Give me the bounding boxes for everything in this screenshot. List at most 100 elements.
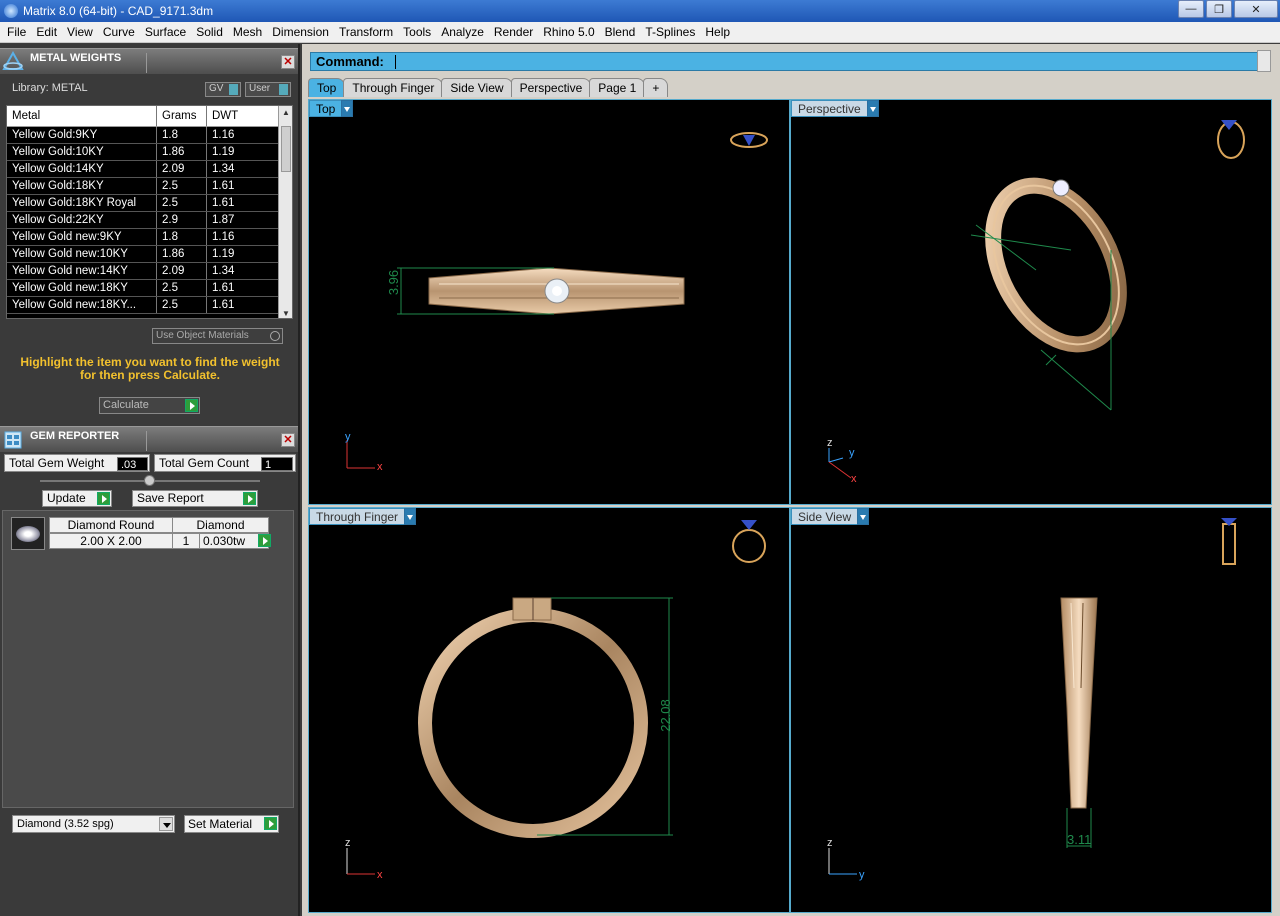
metal-name: Yellow Gold new:10KY [7,246,157,262]
menu-render[interactable]: Render [489,25,538,39]
chevron-down-icon[interactable] [341,100,354,117]
side-view-drawing: z y [827,518,1237,881]
scroll-thumb[interactable] [281,126,291,172]
tab-through-finger[interactable]: Through Finger [343,78,444,97]
menu-tsplines[interactable]: T-Splines [640,25,700,39]
menu-file[interactable]: File [2,25,31,39]
menu-mesh[interactable]: Mesh [228,25,267,39]
table-row[interactable]: Yellow Gold:14KY 2.09 1.34 [7,161,292,178]
calculate-hint: Highlight the item you want to find the … [20,355,280,382]
restore-button[interactable]: ❐ [1206,0,1232,18]
diamond-thumbnail-icon [11,517,45,550]
table-row[interactable]: Yellow Gold new:10KY 1.86 1.19 [7,246,292,263]
menu-solid[interactable]: Solid [191,25,228,39]
title-bar: Matrix 8.0 (64-bit) - CAD_9171.3dm — ❐ ✕ [0,0,1280,22]
slider-knob[interactable] [144,475,155,486]
menu-surface[interactable]: Surface [140,25,191,39]
col-dwt[interactable]: DWT [207,106,267,126]
gem-qty: 1 [172,533,200,549]
through-finger-dimension-label: 22.08 [657,699,673,732]
total-gem-weight-value: .03 [117,457,148,471]
tab-page-1[interactable]: Page 1 [589,78,646,97]
metal-weights-icon [2,51,24,70]
table-row[interactable]: Yellow Gold:10KY 1.86 1.19 [7,144,292,161]
metal-table[interactable]: Metal Grams DWT Yellow Gold:9KY 1.8 1.16 Y… [6,105,293,319]
chevron-down-icon[interactable] [866,100,879,117]
set-material-button[interactable]: Set Material [184,815,279,833]
minimize-button[interactable]: — [1178,0,1204,18]
calculate-label: Calculate [103,399,149,411]
table-row[interactable]: Yellow Gold:18KY Royal 2.5 1.61 [7,195,292,212]
viewport-side-view[interactable]: z y 3.11 Side View [790,507,1272,913]
gem-row[interactable]: Diamond Round Diamond 2.00 X 2.00 1 0.03… [11,517,271,551]
svg-text:x: x [851,473,857,485]
update-button[interactable]: Update [42,490,112,507]
material-select-value: Diamond (3.52 spg) [17,818,114,830]
viewport-perspective-label[interactable]: Perspective [791,100,879,117]
metal-name: Yellow Gold new:9KY [7,229,157,245]
command-bar[interactable]: Command: [310,52,1260,71]
close-button[interactable]: ✕ [1234,0,1278,18]
grams-cell: 1.86 [157,246,207,262]
viewport-top[interactable]: y x 3.96 Top [308,99,790,505]
chevron-down-icon[interactable] [404,508,417,525]
metal-name: Yellow Gold:18KY Royal [7,195,157,211]
viewport-through-finger[interactable]: z x 22.08 Through Finger [308,507,790,913]
gv-label: GV [209,83,224,94]
gem-reporter-close-icon[interactable]: ✕ [281,433,295,447]
material-select[interactable]: Diamond (3.52 spg) [12,815,175,833]
tab-perspective[interactable]: Perspective [510,78,592,97]
menu-rhino[interactable]: Rhino 5.0 [538,25,599,39]
menu-edit[interactable]: Edit [31,25,62,39]
viewport-perspective[interactable]: z y x Perspective [790,99,1272,505]
tab-top[interactable]: Top [308,78,346,97]
save-report-button[interactable]: Save Report [132,490,258,507]
user-toggle-icon [279,84,288,95]
viewport-top-label[interactable]: Top [309,100,354,117]
total-gem-count-label: Total Gem Count [159,456,250,470]
scroll-down-icon[interactable]: ▼ [282,309,290,318]
metal-name: Yellow Gold:22KY [7,212,157,228]
menu-blend[interactable]: Blend [600,25,641,39]
radio-icon [270,331,280,341]
col-grams[interactable]: Grams [157,106,207,126]
calculate-button[interactable]: Calculate [99,397,200,414]
metal-table-header: Metal Grams DWT [7,106,292,127]
menu-curve[interactable]: Curve [98,25,140,39]
use-object-materials-toggle[interactable]: Use Object Materials [152,328,283,344]
dwt-cell: 1.61 [212,282,235,294]
viewport-through-finger-label[interactable]: Through Finger [309,508,417,525]
scroll-up-icon[interactable]: ▲ [282,108,290,117]
dwt-cell: 1.61 [212,180,235,192]
metal-name: Yellow Gold new:14KY [7,263,157,279]
tab-side-view[interactable]: Side View [441,78,513,97]
col-metal[interactable]: Metal [7,106,157,126]
table-row[interactable]: Yellow Gold new:9KY 1.8 1.16 [7,229,292,246]
gem-slider[interactable] [40,475,260,486]
metal-weights-close-icon[interactable]: ✕ [281,55,295,69]
chevron-down-icon[interactable] [857,508,870,525]
add-tab-icon[interactable]: + [643,78,669,97]
command-scrollbar[interactable] [1257,50,1271,72]
menu-help[interactable]: Help [700,25,735,39]
table-row[interactable]: Yellow Gold new:18KY 2.5 1.61 [7,280,292,297]
gem-action-play-icon[interactable] [258,534,271,547]
menu-analyze[interactable]: Analyze [436,25,489,39]
menu-dimension[interactable]: Dimension [267,25,334,39]
table-row[interactable]: Yellow Gold:22KY 2.9 1.87 [7,212,292,229]
header-separator [146,431,147,451]
menu-tools[interactable]: Tools [398,25,436,39]
menu-transform[interactable]: Transform [334,25,398,39]
svg-text:y: y [345,431,351,443]
user-toggle[interactable]: User [245,82,291,97]
menu-view[interactable]: View [62,25,98,39]
table-row[interactable]: Yellow Gold new:18KY... 2.5 1.61 [7,297,292,314]
dwt-cell: 1.16 [212,129,235,141]
table-row[interactable]: Yellow Gold:18KY 2.5 1.61 [7,178,292,195]
gv-toggle[interactable]: GV [205,82,241,97]
table-row[interactable]: Yellow Gold:9KY 1.8 1.16 [7,127,292,144]
grams-cell: 2.5 [157,297,207,313]
viewport-side-view-label[interactable]: Side View [791,508,870,525]
metal-table-scrollbar[interactable]: ▲ ▼ [278,106,292,318]
table-row[interactable]: Yellow Gold new:14KY 2.09 1.34 [7,263,292,280]
